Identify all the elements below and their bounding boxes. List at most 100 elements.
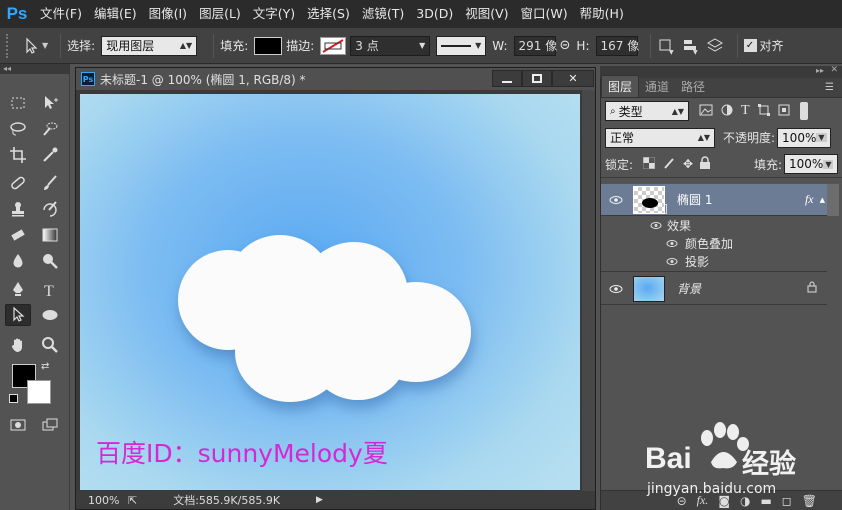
move-tool[interactable]: [37, 92, 63, 114]
tab-paths[interactable]: 路径: [675, 76, 711, 97]
path-selection-tool[interactable]: [5, 304, 31, 326]
layer-lock-icon[interactable]: [807, 281, 817, 296]
pixel-filter-icon[interactable]: [699, 104, 713, 119]
menu-view[interactable]: 视图(V): [459, 0, 514, 28]
opacity-field[interactable]: 100% ▼: [777, 127, 832, 148]
menu-type[interactable]: 文字(Y): [247, 0, 301, 28]
close-icon[interactable]: ✕: [830, 65, 838, 75]
clone-stamp-tool[interactable]: [5, 198, 31, 220]
layer-row-ellipse-1[interactable]: 椭圆 1 fx ▲: [601, 184, 827, 216]
stroke-size-field[interactable]: 3 点 ▼: [350, 35, 431, 56]
align-edges-checkbox[interactable]: ✓ 对齐: [743, 37, 784, 54]
tab-layers[interactable]: 图层: [601, 75, 640, 97]
menu-file[interactable]: 文件(F): [34, 0, 88, 28]
lock-pixels-icon[interactable]: [663, 157, 675, 172]
effect-row-drop-shadow[interactable]: 投影: [601, 252, 827, 272]
layers-scrollbar[interactable]: [827, 184, 839, 216]
maximize-button[interactable]: [522, 70, 552, 87]
tab-channels[interactable]: 通道: [639, 76, 675, 97]
background-color-swatch[interactable]: [27, 380, 51, 404]
history-brush-tool[interactable]: [37, 198, 63, 220]
lock-transparent-icon[interactable]: [642, 156, 656, 172]
link-icon[interactable]: ⊝: [560, 38, 571, 53]
tools-panel-header[interactable]: ◂◂: [0, 64, 70, 74]
svg-text:T: T: [44, 283, 54, 298]
status-menu-arrow-icon[interactable]: ▶: [316, 495, 323, 505]
eyedropper-tool[interactable]: [37, 144, 63, 166]
options-grip[interactable]: [6, 33, 16, 58]
blend-mode-dropdown[interactable]: 正常 ▲▼: [605, 127, 715, 148]
close-button[interactable]: ✕: [552, 70, 594, 87]
default-colors-icon[interactable]: [9, 394, 18, 403]
collapse-icon[interactable]: ▸▸: [816, 66, 824, 75]
marquee-tool[interactable]: [5, 92, 31, 114]
path-arrange-icon[interactable]: [705, 37, 725, 55]
effects-visibility-eye-icon[interactable]: [649, 218, 663, 232]
type-filter-icon[interactable]: T: [741, 103, 750, 119]
layer-name-ellipse-1[interactable]: 椭圆 1: [677, 191, 712, 208]
lock-all-icon[interactable]: [699, 156, 711, 172]
lock-position-icon[interactable]: ✥: [683, 157, 693, 171]
screen-mode-icon[interactable]: [37, 414, 63, 436]
effects-row[interactable]: 效果: [601, 216, 827, 234]
stroke-color-swatch[interactable]: [320, 36, 347, 55]
path-operations-icon[interactable]: ▼: [657, 37, 675, 55]
eraser-tool[interactable]: [5, 224, 31, 246]
visibility-eye-icon[interactable]: [609, 282, 623, 296]
smart-object-filter-icon[interactable]: [778, 104, 790, 119]
menu-layer[interactable]: 图层(L): [193, 0, 247, 28]
menu-3d[interactable]: 3D(D): [410, 0, 459, 28]
zoom-level[interactable]: 100%: [76, 494, 122, 507]
quick-selection-tool[interactable]: [37, 118, 63, 140]
brush-tool[interactable]: [37, 172, 63, 194]
menu-filter[interactable]: 滤镜(T): [356, 0, 410, 28]
type-tool[interactable]: T: [37, 278, 63, 300]
blur-tool[interactable]: [5, 250, 31, 272]
lasso-tool[interactable]: [5, 118, 31, 140]
select-mode-dropdown[interactable]: 现用图层 ▲▼: [101, 35, 198, 56]
ellipse-tool[interactable]: [37, 304, 63, 326]
expand-effects-icon[interactable]: ▲: [820, 196, 825, 204]
cloud-shape[interactable]: [80, 94, 580, 490]
color-overlay-visibility-eye-icon[interactable]: [665, 236, 679, 250]
kind-filter-dropdown[interactable]: ⌕ 类型 ▲▼: [605, 101, 689, 121]
healing-brush-tool[interactable]: [5, 172, 31, 194]
share-icon[interactable]: ⇱: [128, 494, 137, 507]
fx-icon[interactable]: fx: [805, 192, 814, 207]
dodge-tool[interactable]: [37, 250, 63, 272]
document-canvas[interactable]: 百度ID：sunnyMelody夏: [80, 94, 580, 490]
stroke-type-dropdown[interactable]: ▼: [436, 35, 487, 56]
menu-edit[interactable]: 编辑(E): [88, 0, 143, 28]
drop-shadow-visibility-eye-icon[interactable]: [665, 255, 679, 269]
select-label: 选择:: [67, 39, 96, 53]
vertical-scrollbar[interactable]: [582, 90, 595, 493]
pen-tool[interactable]: [5, 278, 31, 300]
menu-help[interactable]: 帮助(H): [574, 0, 630, 28]
panel-menu-icon[interactable]: ☰: [825, 82, 834, 97]
zoom-tool[interactable]: [37, 334, 63, 356]
swap-colors-icon[interactable]: ⇄: [41, 361, 49, 372]
tool-preset-picker[interactable]: ▼: [20, 37, 48, 55]
fill-field[interactable]: 100% ▼: [784, 154, 838, 174]
width-field[interactable]: 291 像: [513, 35, 557, 56]
fill-color-swatch[interactable]: [254, 36, 283, 55]
search-icon: ⌕: [610, 105, 616, 117]
crop-tool[interactable]: [5, 144, 31, 166]
layer-row-background[interactable]: 背景: [601, 273, 827, 305]
effect-row-color-overlay[interactable]: 颜色叠加: [601, 234, 827, 252]
hand-tool[interactable]: [5, 334, 31, 356]
minimize-button[interactable]: [492, 70, 522, 87]
quick-mask-icon[interactable]: [5, 414, 31, 436]
gradient-tool[interactable]: [37, 224, 63, 246]
menu-select[interactable]: 选择(S): [301, 0, 356, 28]
shape-filter-icon[interactable]: [757, 103, 770, 119]
visibility-eye-icon[interactable]: [609, 193, 623, 207]
filter-toggle-switch[interactable]: [799, 102, 808, 120]
menu-window[interactable]: 窗口(W): [515, 0, 574, 28]
adjustment-filter-icon[interactable]: [721, 104, 733, 119]
layer-name-background[interactable]: 背景: [677, 280, 701, 297]
height-field[interactable]: 167 像: [595, 35, 639, 56]
document-tab[interactable]: Ps 未标题-1 @ 100% (椭圆 1, RGB/8) * ✕: [76, 68, 595, 90]
path-alignment-icon[interactable]: ▼: [681, 37, 699, 55]
menu-image[interactable]: 图像(I): [143, 0, 193, 28]
